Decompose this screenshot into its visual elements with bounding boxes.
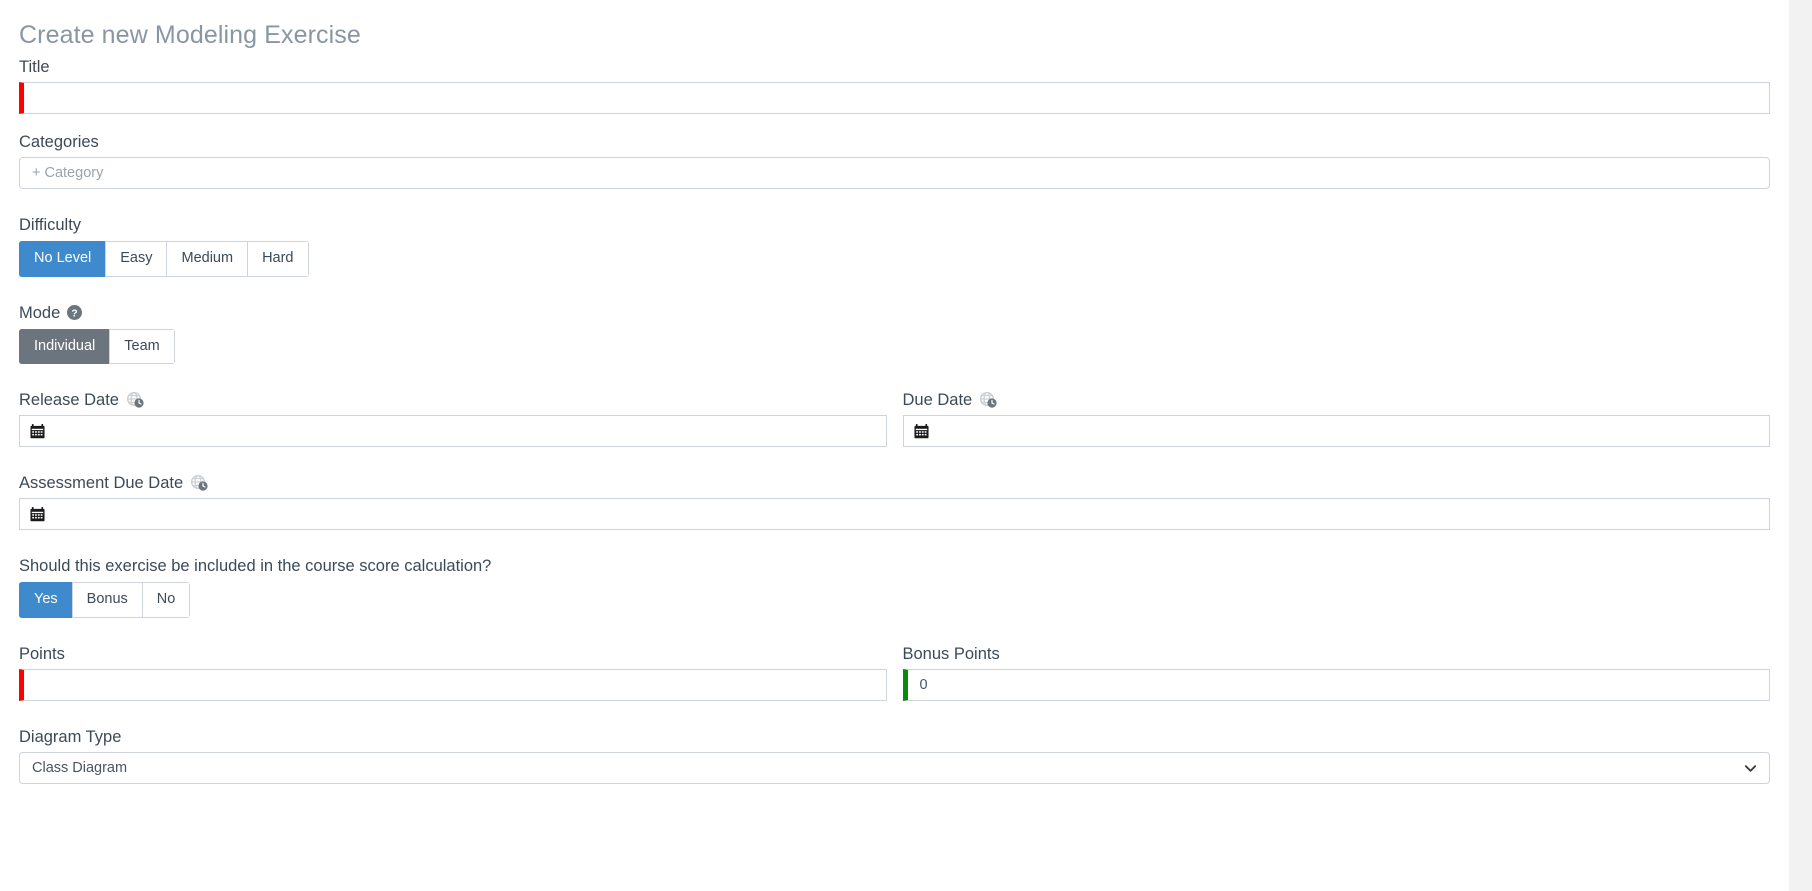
calendar-icon[interactable]: [913, 423, 929, 439]
difficulty-option-medium[interactable]: Medium: [166, 241, 248, 277]
points-input-wrapper: [19, 668, 887, 701]
difficulty-option-no-level[interactable]: No Level: [19, 241, 106, 277]
categories-label-text: Categories: [19, 133, 99, 151]
included-in-score-option-yes[interactable]: Yes: [19, 582, 72, 618]
mode-option-individual[interactable]: Individual: [19, 328, 110, 364]
difficulty-option-hard[interactable]: Hard: [247, 241, 309, 277]
release-date-group: Release Date: [19, 390, 887, 447]
due-date-input-wrapper: [902, 415, 1770, 447]
create-modeling-exercise-form: Create new Modeling Exercise Title Categ…: [0, 0, 1789, 891]
points-row: Points Bonus Points 0: [19, 644, 1770, 701]
difficulty-button-group: No Level Easy Medium Hard: [19, 241, 309, 277]
due-date-label: Due Date: [903, 390, 1771, 410]
due-date-input[interactable]: [902, 415, 1770, 447]
due-date-group: Due Date: [902, 390, 1771, 447]
calendar-icon[interactable]: [30, 506, 45, 522]
help-circle-icon[interactable]: ?: [67, 305, 83, 320]
title-label: Title: [19, 57, 1770, 77]
title-label-text: Title: [19, 58, 50, 76]
release-date-label-text: Release Date: [19, 391, 119, 409]
included-in-score-button-group: Yes Bonus No: [19, 582, 191, 618]
categories-placeholder: + Category: [32, 165, 104, 181]
included-in-score-option-no[interactable]: No: [141, 582, 191, 618]
included-in-score-label-text: Should this exercise be included in the …: [19, 557, 492, 575]
bonus-points-input-wrapper: 0: [902, 668, 1770, 701]
release-date-label: Release Date: [19, 390, 887, 410]
globe-clock-icon: [126, 392, 144, 408]
categories-input-wrapper: + Category: [19, 157, 1770, 189]
points-label: Points: [19, 644, 887, 664]
release-date-input-wrapper: [19, 415, 887, 447]
difficulty-option-easy[interactable]: Easy: [105, 241, 167, 277]
bonus-points-label-text: Bonus Points: [902, 644, 1000, 663]
bonus-points-group: Bonus Points 0: [902, 644, 1771, 701]
difficulty-label: Difficulty: [19, 215, 1770, 235]
mode-option-team[interactable]: Team: [109, 328, 175, 364]
diagram-type-select-wrapper: Class Diagram: [19, 751, 1770, 784]
assessment-due-date-label: Assessment Due Date: [19, 473, 1770, 493]
mode-label: Mode ?: [19, 303, 1770, 323]
diagram-type-label: Diagram Type: [19, 727, 1770, 747]
included-in-score-label: Should this exercise be included in the …: [19, 556, 1770, 576]
mode-button-group: Individual Team: [19, 328, 175, 364]
points-input[interactable]: [19, 668, 887, 701]
included-in-score-option-bonus[interactable]: Bonus: [71, 582, 142, 618]
assessment-due-date-input-wrapper: [19, 498, 1770, 530]
title-input-wrapper: [19, 82, 1770, 114]
difficulty-label-text: Difficulty: [19, 216, 82, 234]
mode-label-text: Mode: [19, 303, 61, 322]
release-date-input[interactable]: [19, 415, 887, 447]
svg-text:?: ?: [72, 308, 78, 319]
bonus-points-input[interactable]: 0: [902, 668, 1770, 701]
title-input[interactable]: [19, 82, 1770, 114]
bonus-points-label: Bonus Points: [903, 644, 1771, 664]
points-label-text: Points: [19, 644, 65, 663]
dates-row: Release Date Due Date: [19, 390, 1770, 447]
globe-clock-icon: [980, 392, 997, 408]
assessment-due-date-input[interactable]: [19, 498, 1770, 530]
categories-input[interactable]: + Category: [19, 157, 1770, 189]
diagram-type-select[interactable]: Class Diagram: [19, 751, 1770, 784]
categories-label: Categories: [19, 132, 1770, 152]
diagram-type-label-text: Diagram Type: [19, 727, 122, 746]
assessment-due-date-label-text: Assessment Due Date: [19, 474, 184, 492]
page-title: Create new Modeling Exercise: [19, 21, 361, 49]
globe-clock-icon: [191, 475, 208, 491]
points-group: Points: [19, 644, 887, 701]
due-date-label-text: Due Date: [902, 391, 973, 409]
calendar-icon[interactable]: [30, 423, 45, 439]
